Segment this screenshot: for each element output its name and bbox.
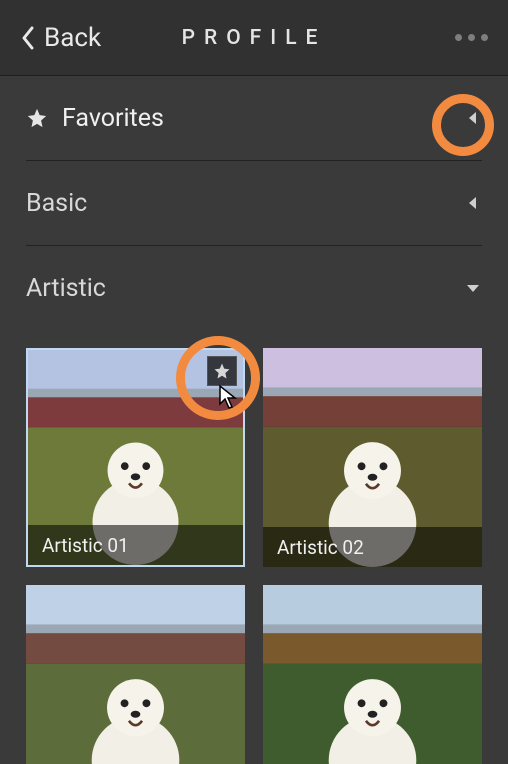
favorite-toggle-button[interactable]: [207, 356, 237, 386]
section-label: Favorites: [62, 104, 164, 133]
section-artistic-header[interactable]: Artistic: [26, 246, 482, 330]
star-icon: [213, 362, 231, 380]
ellipsis-icon: [481, 34, 488, 41]
more-options-button[interactable]: [455, 34, 488, 41]
section-artistic: Artistic: [0, 246, 508, 330]
ellipsis-icon: [455, 34, 462, 41]
expand-down-icon: [464, 279, 482, 297]
profile-thumbnail[interactable]: Artistic 01: [26, 348, 245, 567]
profile-thumbnail[interactable]: [26, 585, 245, 764]
profile-panel: Back PROFILE Favorites: [0, 0, 508, 764]
section-basic: Basic: [0, 161, 508, 245]
back-label: Back: [44, 23, 101, 53]
ellipsis-icon: [468, 34, 475, 41]
section-favorites: Favorites: [0, 76, 508, 160]
section-label: Artistic: [26, 274, 106, 303]
profile-thumbnail[interactable]: Artistic 02: [263, 348, 482, 567]
profile-thumbnail-label: Artistic 02: [263, 527, 482, 567]
artistic-grid: Artistic 01 Artistic 02: [0, 330, 508, 764]
preview-image: [26, 585, 245, 764]
section-basic-header[interactable]: Basic: [26, 161, 482, 245]
back-button[interactable]: Back: [20, 23, 101, 53]
profile-sections: Favorites Basic: [0, 76, 508, 764]
profile-thumbnail[interactable]: [263, 585, 482, 764]
star-icon: [26, 107, 48, 129]
header-bar: Back PROFILE: [0, 0, 508, 76]
section-label: Basic: [26, 189, 87, 218]
page-title: PROFILE: [182, 26, 327, 50]
profile-thumbnail-label: Artistic 01: [28, 525, 243, 565]
chevron-left-icon: [20, 26, 34, 50]
preview-image: [263, 585, 482, 764]
collapse-left-icon: [464, 109, 482, 127]
collapse-left-icon: [464, 194, 482, 212]
section-favorites-header[interactable]: Favorites: [26, 76, 482, 160]
